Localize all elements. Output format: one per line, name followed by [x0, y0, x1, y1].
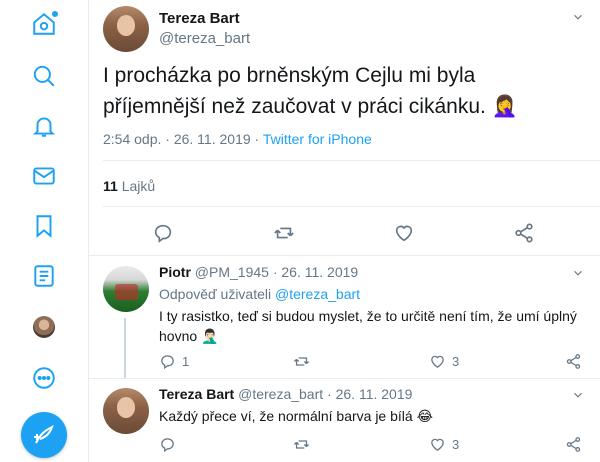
reply-tweet[interactable]: Tereza Bart @tereza_bart · 26. 11. 2019 …	[89, 386, 600, 462]
tweet-source[interactable]: Twitter for iPhone	[263, 131, 372, 147]
share-icon[interactable]	[565, 435, 582, 453]
reply-button[interactable]: 1	[159, 352, 189, 370]
notification-dot	[52, 11, 58, 17]
sidebar-nav	[0, 0, 88, 462]
retweet-icon[interactable]	[293, 352, 310, 370]
author-name[interactable]: Tereza Bart	[159, 10, 250, 27]
likes-summary[interactable]: 11 Lajků	[103, 178, 155, 194]
tweet-timestamp[interactable]: 2:54 odp. · 26. 11. 2019 ·	[103, 131, 263, 147]
share-icon[interactable]	[565, 352, 582, 370]
tweet-actions	[89, 218, 600, 250]
chevron-down-icon[interactable]	[571, 388, 585, 402]
reply-actions: 1 3	[159, 352, 589, 372]
reply-text: I ty rasistko, teď si budou myslet, že t…	[159, 308, 577, 344]
compose-tweet-icon[interactable]	[21, 412, 67, 458]
retweet-icon[interactable]	[293, 435, 310, 453]
reply-header: Piotr @PM_1945 · 26. 11. 2019	[159, 264, 358, 280]
notifications-icon[interactable]	[28, 110, 60, 142]
messages-icon[interactable]	[28, 160, 60, 192]
like-count: 3	[452, 353, 460, 369]
divider	[89, 378, 600, 379]
lists-icon[interactable]	[28, 260, 60, 292]
like-icon	[431, 438, 444, 451]
avatar[interactable]	[103, 6, 149, 52]
thread-line	[124, 318, 126, 378]
reply-date[interactable]: · 26. 11. 2019	[273, 264, 358, 280]
profile-icon[interactable]	[33, 316, 55, 338]
reply-to-prefix: Odpověď uživateli	[159, 286, 272, 302]
reply-actions: 3	[159, 435, 589, 455]
divider	[103, 160, 600, 161]
author-handle[interactable]: @tereza_bart	[159, 30, 250, 47]
likes-label: Lajků	[121, 178, 156, 194]
reply-to: Odpověď uživateli @tereza_bart	[159, 286, 360, 302]
share-icon[interactable]	[513, 222, 535, 244]
chevron-down-icon[interactable]	[571, 10, 585, 24]
reply-header: Tereza Bart @tereza_bart · 26. 11. 2019	[159, 386, 412, 402]
like-count: 3	[452, 436, 460, 452]
like-button[interactable]: 3	[429, 435, 459, 453]
reply-icon[interactable]	[152, 222, 174, 244]
retweet-icon[interactable]	[273, 222, 295, 244]
author-name[interactable]: Piotr	[159, 264, 191, 280]
like-icon[interactable]	[393, 222, 415, 244]
divider	[103, 206, 600, 207]
bookmarks-icon[interactable]	[28, 210, 60, 242]
reply-to-handle[interactable]: @tereza_bart	[275, 286, 360, 302]
like-button[interactable]: 3	[429, 352, 459, 370]
tweet-text: I procházka po brněnským Cejlu mi byla p…	[103, 64, 518, 118]
reply-icon[interactable]	[159, 435, 176, 453]
home-icon[interactable]	[28, 8, 60, 40]
reply-date[interactable]: · 26. 11. 2019	[327, 386, 412, 402]
reply-text: Každý přece ví, že normální barva je bíl…	[159, 408, 433, 424]
author-handle[interactable]: @tereza_bart	[238, 386, 323, 402]
like-icon	[431, 355, 444, 368]
author-handle[interactable]: @PM_1945	[195, 264, 269, 280]
likes-count: 11	[103, 178, 118, 194]
reply-icon	[161, 354, 174, 369]
avatar[interactable]	[103, 388, 149, 434]
reply-tweet[interactable]: Piotr @PM_1945 · 26. 11. 2019 Odpověď už…	[89, 264, 600, 376]
avatar[interactable]	[103, 266, 149, 312]
chevron-down-icon[interactable]	[571, 266, 585, 280]
tweet-meta: 2:54 odp. · 26. 11. 2019 · Twitter for i…	[103, 131, 372, 147]
more-icon[interactable]	[28, 362, 60, 394]
reply-count: 1	[182, 353, 190, 369]
main-tweet: Tereza Bart @tereza_bart I procházka po …	[89, 0, 600, 256]
explore-icon[interactable]	[28, 60, 60, 92]
author-name[interactable]: Tereza Bart	[159, 386, 234, 402]
